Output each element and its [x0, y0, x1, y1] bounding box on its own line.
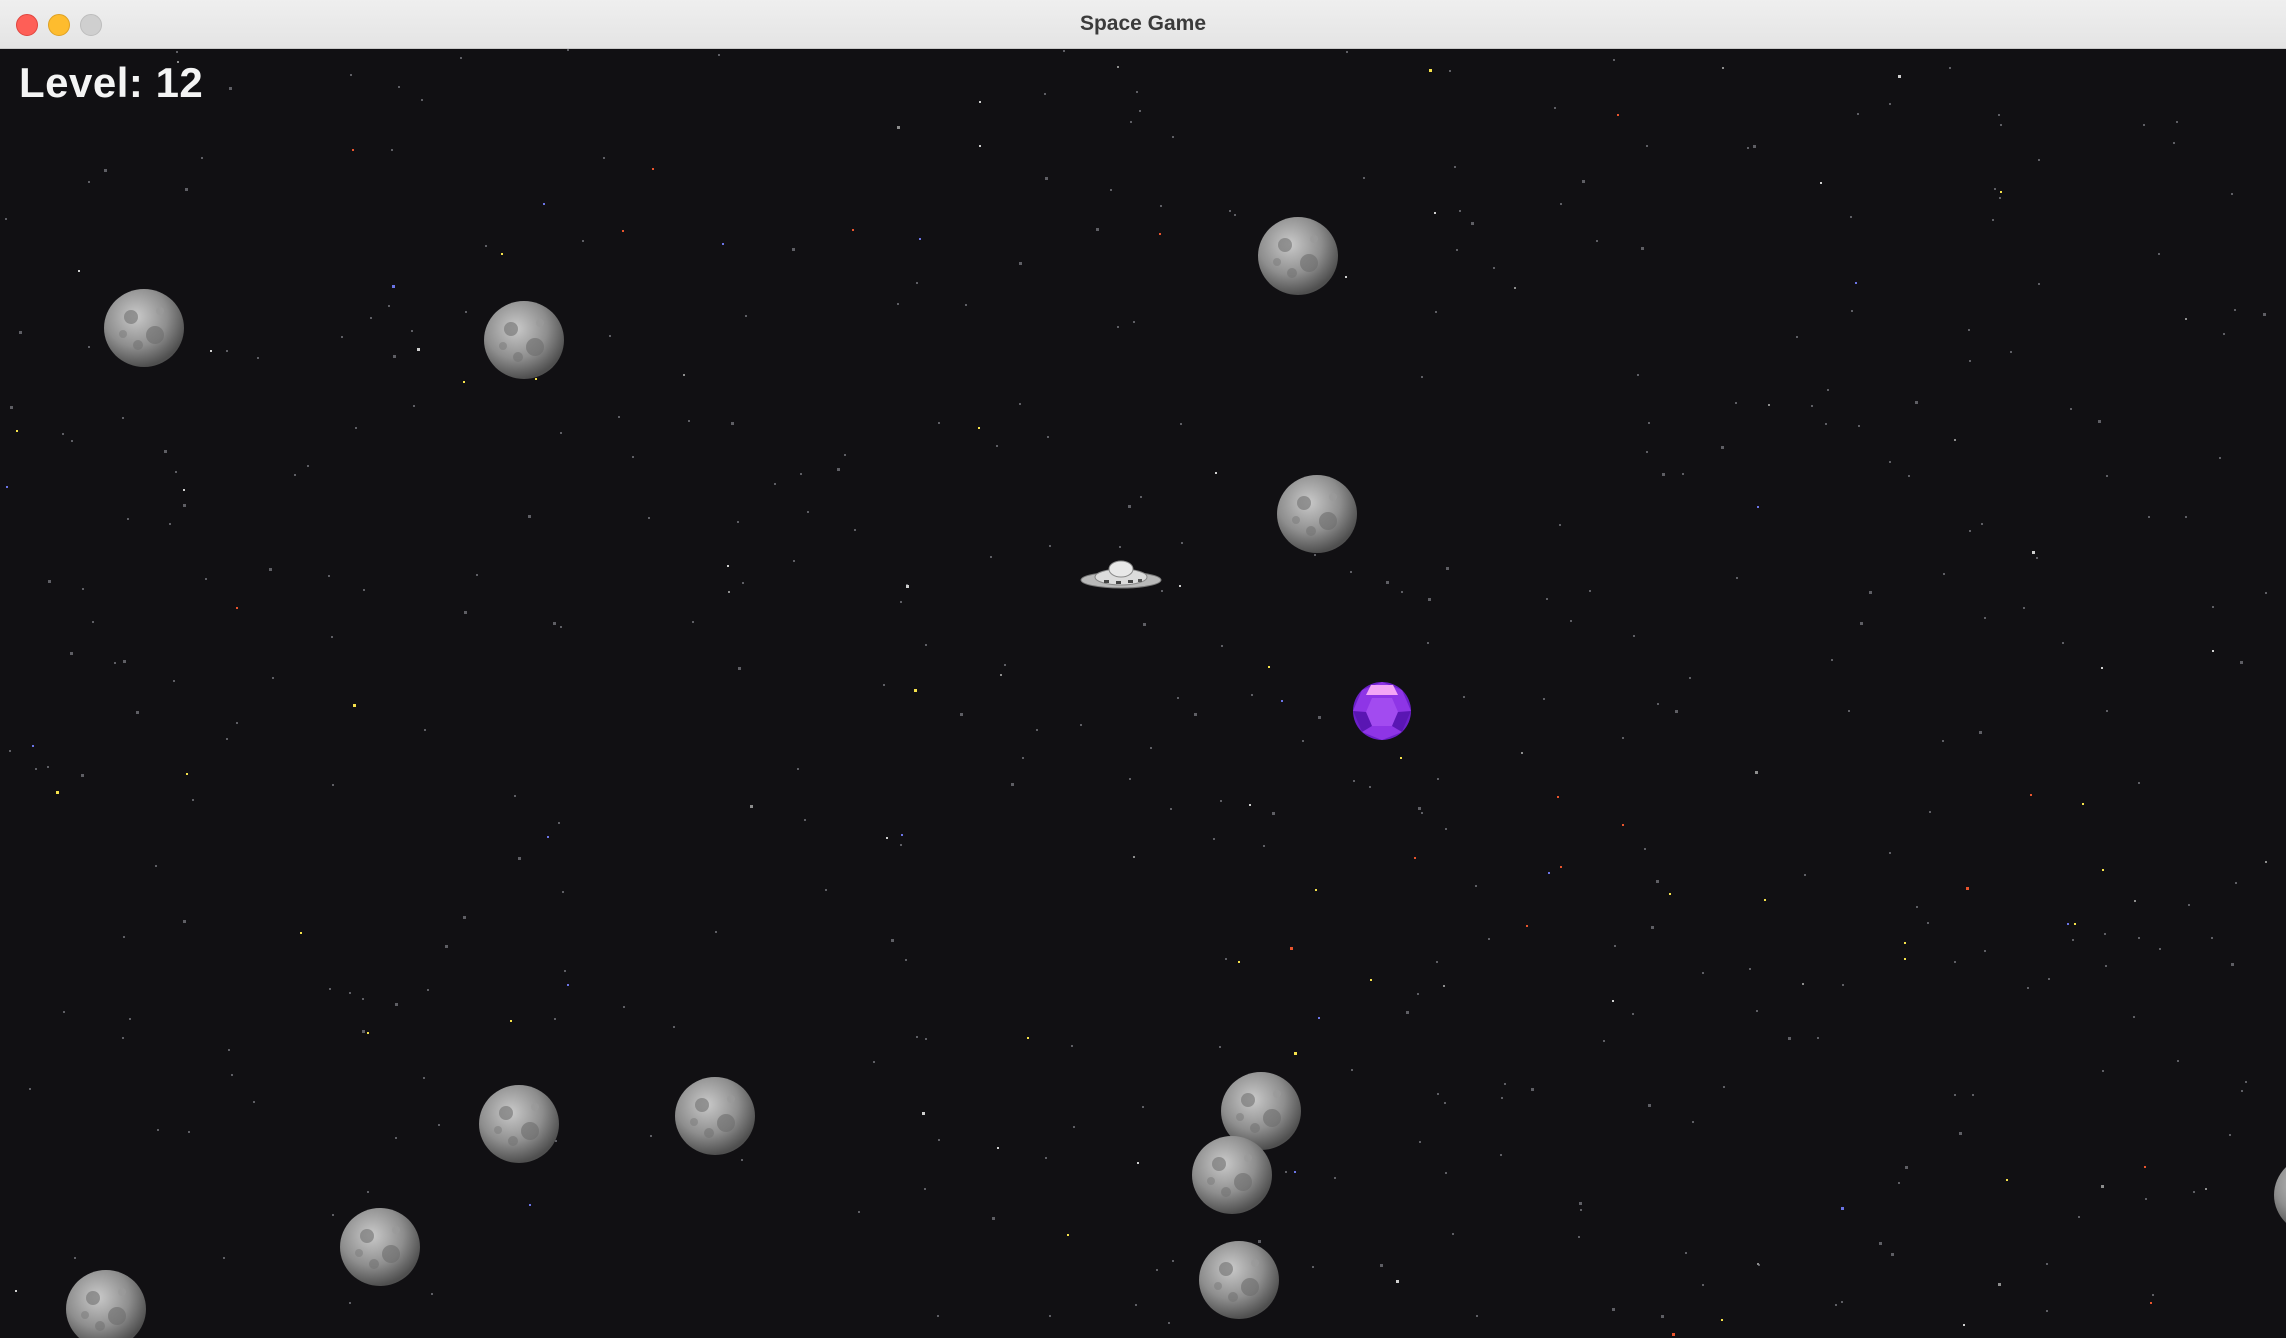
asteroid-icon	[1192, 1136, 1272, 1214]
asteroid-icon	[2274, 1167, 2286, 1223]
starfield	[5, 49, 2267, 1336]
level-value: 12	[155, 59, 204, 106]
asteroid-icon	[1258, 217, 1338, 295]
asteroid-icon	[479, 1085, 559, 1163]
purple-gem-icon[interactable]	[1352, 681, 1412, 741]
level-display: Level: 12	[19, 59, 203, 107]
game-window: Space Game Level: 12	[0, 0, 2286, 1338]
asteroid-icon	[675, 1077, 755, 1155]
asteroid-icon	[66, 1270, 146, 1338]
game-canvas[interactable]: Level: 12	[3, 49, 2286, 1338]
window-title: Space Game	[1079, 12, 1207, 35]
level-label: Level:	[19, 59, 144, 106]
ufo-spaceship-icon	[1080, 560, 1162, 589]
title-bar[interactable]: Space Game	[0, 0, 2286, 49]
asteroid-icon	[104, 289, 184, 367]
asteroid-icon	[1199, 1241, 1279, 1319]
asteroid-icon	[1277, 475, 1357, 553]
asteroid-icon	[484, 301, 564, 379]
asteroid-icon	[340, 1208, 420, 1286]
